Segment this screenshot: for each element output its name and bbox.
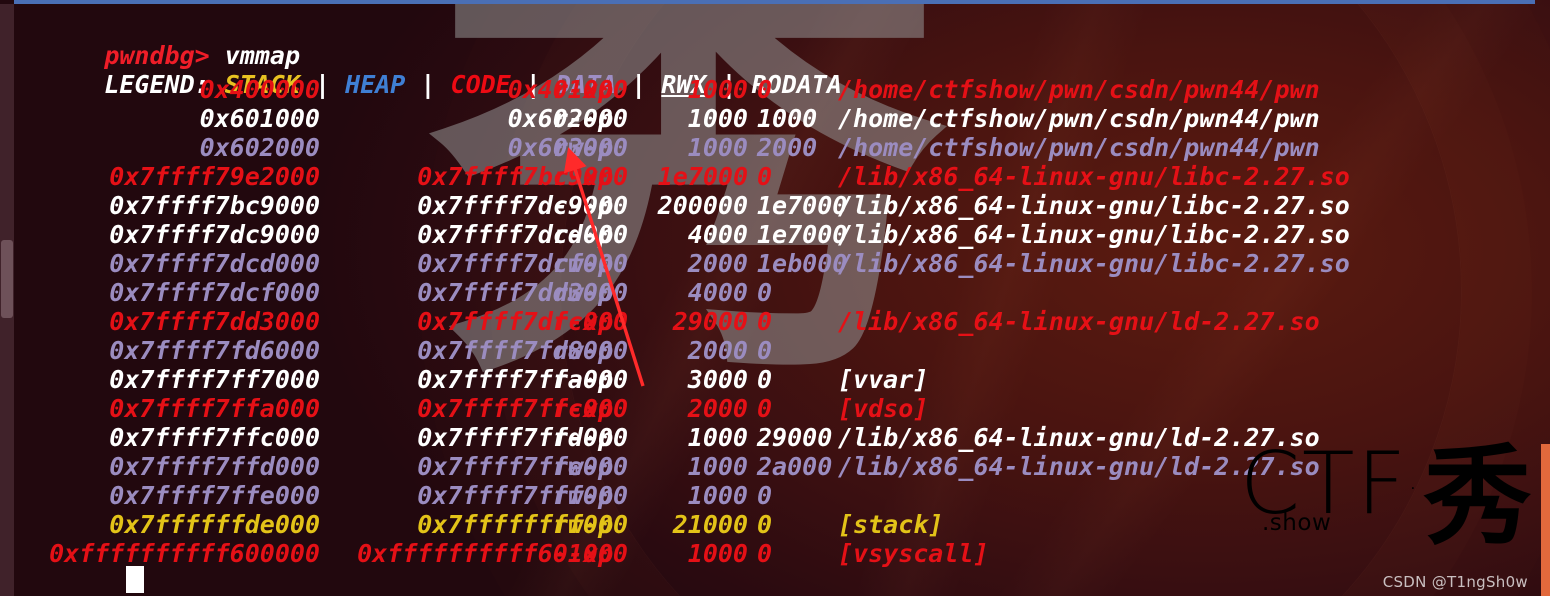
vmmap-size: 1e7000 bbox=[657, 162, 748, 191]
vmmap-size: 21000 bbox=[672, 510, 748, 539]
terminal-cursor bbox=[126, 566, 144, 593]
table-row: 0x7ffff7bc9000 0x7ffff7dc9000 ---p 200000 1e… bbox=[0, 191, 1550, 220]
vmmap-start-address: 0x7ffff7dcf000 bbox=[109, 278, 320, 307]
vmmap-objfile-path: /lib/x86_64-linux-gnu/ld-2.27.so bbox=[838, 452, 1320, 481]
vmmap-objfile-path: /lib/x86_64-linux-gnu/libc-2.27.so bbox=[838, 220, 1350, 249]
vmmap-objfile-path: [vdso] bbox=[838, 394, 929, 423]
vmmap-objfile-path: /lib/x86_64-linux-gnu/ld-2.27.so bbox=[838, 307, 1320, 336]
vmmap-objfile-path: [vsyscall] bbox=[838, 539, 989, 568]
vmmap-permissions: rw-p bbox=[553, 481, 614, 510]
vmmap-size: 4000 bbox=[687, 220, 748, 249]
vmmap-objfile-path: /lib/x86_64-linux-gnu/libc-2.27.so bbox=[838, 162, 1350, 191]
vmmap-objfile-path: /lib/x86_64-linux-gnu/ld-2.27.so bbox=[838, 423, 1320, 452]
command-line: pwndbg> vmmap bbox=[14, 12, 1514, 70]
vmmap-offset: 0 bbox=[757, 278, 773, 307]
vmmap-permissions: ---p bbox=[553, 191, 614, 220]
vmmap-start-address: 0x7ffff7dc9000 bbox=[109, 220, 320, 249]
table-row: 0x7ffff7fd6000 0x7ffff7fd8000 rw-p 2000 0 bbox=[0, 336, 1550, 365]
table-row: 0x602000 0x603000 rw-p 1000 2000/home/ctfsho… bbox=[0, 133, 1550, 162]
vmmap-size: 1000 bbox=[687, 481, 748, 510]
vmmap-start-address: 0x7ffff7ffc000 bbox=[109, 423, 320, 452]
vmmap-start-address: 0x7ffff7bc9000 bbox=[109, 191, 320, 220]
vmmap-start-address: 0x601000 bbox=[199, 104, 320, 133]
vmmap-permissions: r--p bbox=[553, 423, 614, 452]
vmmap-objfile-path: /lib/x86_64-linux-gnu/libc-2.27.so bbox=[838, 191, 1350, 220]
table-row: 0x7ffff7dd3000 0x7ffff7dfc000 r-xp 29000 0/l… bbox=[0, 307, 1550, 336]
vmmap-start-address: 0x7ffff7fd6000 bbox=[109, 336, 320, 365]
legend-line: LEGEND: STACK | HEAP | CODE | DATA | RWX… bbox=[14, 41, 1514, 99]
table-row: 0x7ffff7ffc000 0x7ffff7ffd000 r--p 1000 2900… bbox=[0, 423, 1550, 452]
vmmap-start-address: 0x7ffff7dd3000 bbox=[109, 307, 320, 336]
vmmap-permissions: r-xp bbox=[553, 75, 614, 104]
vmmap-permissions: rw-p bbox=[553, 452, 614, 481]
table-row: 0xffffffffff600000 0xffffffffff601000 --xp… bbox=[0, 539, 1550, 568]
vmmap-start-address: 0x7ffffffde000 bbox=[109, 510, 320, 539]
vmmap-permissions: r--p bbox=[553, 220, 614, 249]
vmmap-objfile-path: [vvar] bbox=[838, 365, 929, 394]
vmmap-start-address: 0x7ffff7dcd000 bbox=[109, 249, 320, 278]
table-row: 0x7ffff7ff7000 0x7ffff7ffa000 r--p 3000 0 [vv… bbox=[0, 365, 1550, 394]
table-row: 0x7ffff7dc9000 0x7ffff7dcd000 r--p 4000 1e70… bbox=[0, 220, 1550, 249]
csdn-author-watermark: CSDN @T1ngSh0w bbox=[1382, 573, 1528, 591]
vmmap-permissions: rw-p bbox=[553, 510, 614, 539]
vmmap-objfile-path: [stack] bbox=[838, 510, 944, 539]
vmmap-size: 3000 bbox=[687, 365, 748, 394]
terminal-window: 秀 pwndbg> vmmap LEGEND: STACK | HEAP | C… bbox=[0, 0, 1550, 596]
vmmap-objfile-path: /home/ctfshow/pwn/csdn/pwn44/pwn bbox=[838, 75, 1320, 104]
vmmap-permissions: r-xp bbox=[553, 162, 614, 191]
vmmap-objfile-path: /home/ctfshow/pwn/csdn/pwn44/pwn bbox=[838, 133, 1320, 162]
table-row: 0x7ffff7dcf000 0x7ffff7dd3000 rw-p 4000 0 bbox=[0, 278, 1550, 307]
table-row: 0x400000 0x401000 r-xp 1000 0/home/ctfshow/p… bbox=[0, 75, 1550, 104]
vmmap-start-address: 0x7ffff7ff7000 bbox=[109, 365, 320, 394]
vmmap-permissions: r-xp bbox=[553, 394, 614, 423]
table-row: 0x7ffff7dcd000 0x7ffff7dcf000 rw-p 2000 1eb0… bbox=[0, 249, 1550, 278]
vmmap-size: 1000 bbox=[687, 423, 748, 452]
table-row: 0x601000 0x602000 r--p 1000 1000/home/ctfsho… bbox=[0, 104, 1550, 133]
vmmap-size: 1000 bbox=[687, 75, 748, 104]
vmmap-size: 200000 bbox=[657, 191, 748, 220]
vmmap-size: 1000 bbox=[687, 104, 748, 133]
vmmap-permissions: r--p bbox=[553, 104, 614, 133]
vmmap-size: 29000 bbox=[672, 307, 748, 336]
vmmap-size: 1000 bbox=[687, 452, 748, 481]
vmmap-permissions: rw-p bbox=[553, 249, 614, 278]
table-row: 0x7ffff7ffa000 0x7ffff7ffc000 r-xp 2000 0 [vd… bbox=[0, 394, 1550, 423]
vmmap-size: 1000 bbox=[687, 539, 748, 568]
vmmap-size: 2000 bbox=[687, 336, 748, 365]
vmmap-start-address: 0x7ffff79e2000 bbox=[109, 162, 320, 191]
vmmap-offset: 0 bbox=[757, 336, 773, 365]
vmmap-start-address: 0xffffffffff600000 bbox=[49, 539, 320, 568]
vmmap-permissions: rw-p bbox=[553, 336, 614, 365]
vmmap-start-address: 0x7ffff7ffa000 bbox=[109, 394, 320, 423]
vmmap-start-address: 0x400000 bbox=[199, 75, 320, 104]
vmmap-size: 4000 bbox=[687, 278, 748, 307]
vmmap-size: 2000 bbox=[687, 394, 748, 423]
vmmap-permissions: --xp bbox=[553, 539, 614, 568]
table-row: 0x7ffff79e2000 0x7ffff7bc9000 r-xp 1e7000 0/… bbox=[0, 162, 1550, 191]
vmmap-permissions: r--p bbox=[553, 365, 614, 394]
vmmap-objfile-path: /home/ctfshow/pwn/csdn/pwn44/pwn bbox=[838, 104, 1320, 133]
table-row: 0x7ffff7ffe000 0x7ffff7fff000 rw-p 1000 0 bbox=[0, 481, 1550, 510]
vmmap-size: 1000 bbox=[687, 133, 748, 162]
vmmap-start-address: 0x602000 bbox=[199, 133, 320, 162]
vmmap-start-address: 0x7ffff7ffd000 bbox=[109, 452, 320, 481]
terminal-text-layer: pwndbg> vmmap LEGEND: STACK | HEAP | COD… bbox=[0, 0, 1550, 596]
vmmap-objfile-path: /lib/x86_64-linux-gnu/libc-2.27.so bbox=[838, 249, 1350, 278]
vmmap-permissions: rw-p bbox=[553, 133, 614, 162]
vmmap-offset: 0 bbox=[757, 481, 773, 510]
table-row: 0x7ffff7ffd000 0x7ffff7ffe000 rw-p 1000 2a00… bbox=[0, 452, 1550, 481]
vmmap-size: 2000 bbox=[687, 249, 748, 278]
trailing-prompt-line: pwndbg> bbox=[14, 565, 1514, 596]
vmmap-permissions: rw-p bbox=[553, 278, 614, 307]
vmmap-permissions: r-xp bbox=[553, 307, 614, 336]
vmmap-start-address: 0x7ffff7ffe000 bbox=[109, 481, 320, 510]
table-row: 0x7ffffffde000 0x7ffffffff000 rw-p 21000 0 [s… bbox=[0, 510, 1550, 539]
